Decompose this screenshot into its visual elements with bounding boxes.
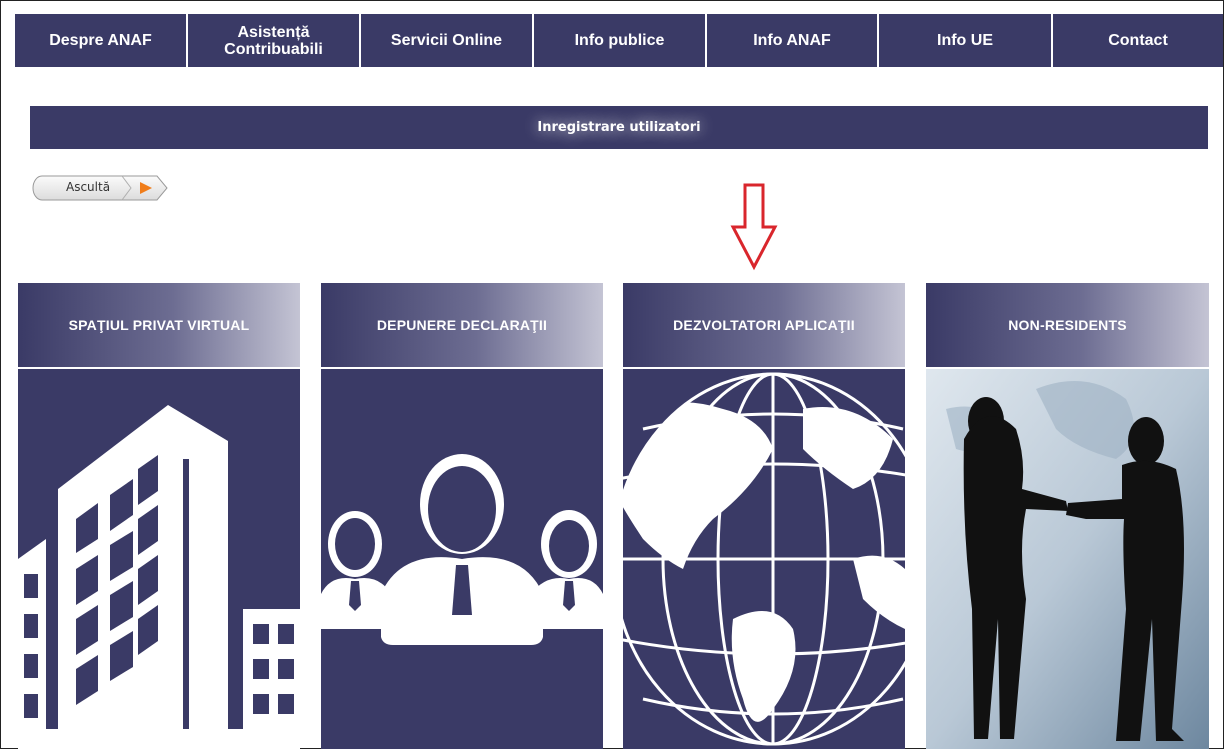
tile-spatiul-privat-virtual[interactable]: SPAŢIUL PRIVAT VIRTUAL [18,283,300,749]
nav-info-ue[interactable]: Info UE [879,14,1053,67]
nav-servicii-online[interactable]: Servicii Online [361,14,534,67]
nav-asistenta-contribuabili[interactable]: Asistență Contribuabili [188,14,361,67]
tile-non-residents[interactable]: NON-RESIDENTS [926,283,1209,749]
tile-title: SPAŢIUL PRIVAT VIRTUAL [68,317,250,333]
arrow-down-icon [730,183,778,271]
globe-icon [623,372,905,746]
tile-header: DEPUNERE DECLARAŢII [321,283,603,369]
nav-contact[interactable]: Contact [1053,14,1223,67]
tile-title: NON-RESIDENTS [1008,317,1127,333]
nav-info-publice[interactable]: Info publice [534,14,707,67]
tile-header: SPAŢIUL PRIVAT VIRTUAL [18,283,300,369]
nav-label: Servicii Online [390,32,503,49]
nav-despre-anaf[interactable]: Despre ANAF [15,14,188,67]
nav-label: Info UE [937,32,993,49]
main-nav: Despre ANAF Asistență Contribuabili Serv… [15,14,1223,67]
nav-info-anaf[interactable]: Info ANAF [707,14,879,67]
handshake-icon [926,369,1209,749]
nav-label: Despre ANAF [49,32,152,49]
nav-label: Info ANAF [753,32,831,49]
building-icon [18,405,300,749]
people-icon [321,454,603,645]
tile-header: DEZVOLTATORI APLICAŢII [623,283,905,369]
tile-header: NON-RESIDENTS [926,283,1209,369]
tile-title: DEZVOLTATORI APLICAŢII [673,317,855,333]
tile-dezvoltatori-aplicatii[interactable]: DEZVOLTATORI APLICAŢII [623,283,905,749]
nav-label: Contribuabili [224,40,323,58]
page-title-bar: Inregistrare utilizatori [30,106,1208,149]
nav-label: Contact [1108,32,1168,49]
listen-label: Ascultă [66,180,111,194]
tile-title: DEPUNERE DECLARAŢII [376,317,548,333]
tile-depunere-declaratii[interactable]: DEPUNERE DECLARAŢII [321,283,603,749]
nav-label: Info publice [574,32,665,49]
page-title: Inregistrare utilizatori [537,120,701,135]
listen-button[interactable]: Ascultă [32,175,169,201]
nav-label: Asistență [237,23,310,41]
